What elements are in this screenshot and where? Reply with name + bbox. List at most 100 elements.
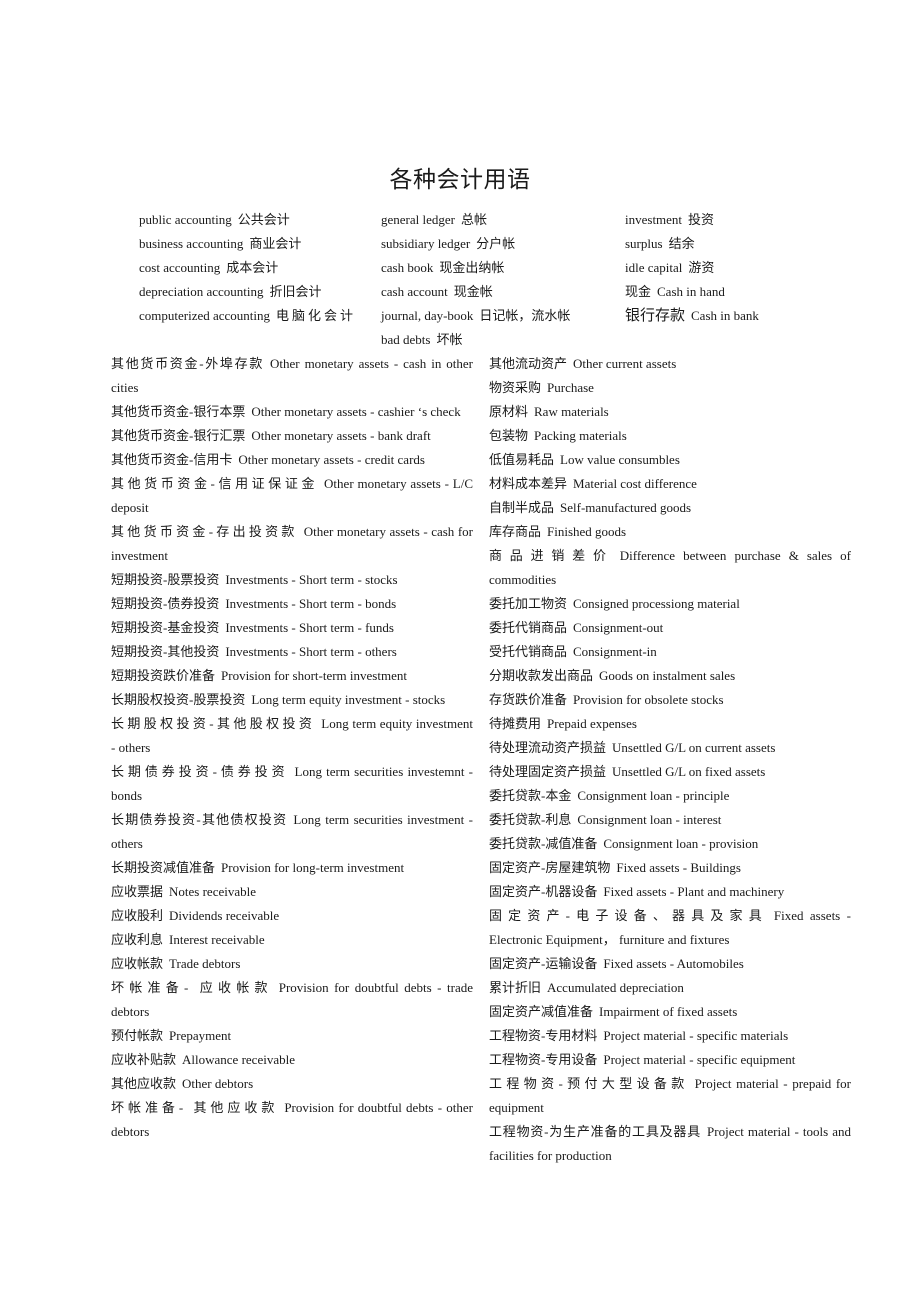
entry-zh: 长期股权投资-其他股权投资 [111, 716, 316, 731]
glossary-entry: 委托贷款-减值准备 Consignment loan - provision [489, 832, 851, 856]
glossary-entry: 自制半成品 Self-manufactured goods [489, 496, 851, 520]
entry-zh: 待摊费用 [489, 716, 542, 731]
entry-zh: 其他货币资金-存出投资款 [111, 524, 298, 539]
entry-en: Other monetary assets - cashier ‘s check [251, 404, 461, 419]
term-item: business accounting 商业会计 [139, 232, 361, 256]
entry-zh: 累计折旧 [489, 980, 542, 995]
glossary-entry: 固定资产-电子设备、器具及家具 Fixed assets - Electronic… [489, 904, 851, 952]
term-zh: 分户帐 [476, 236, 516, 251]
entry-en: Long term equity investment - stocks [251, 692, 446, 707]
glossary-entry: 其他货币资金-银行本票 Other monetary assets - cashi… [111, 400, 473, 424]
glossary-entry: 短期投资-其他投资 Investments - Short term - othe… [111, 640, 473, 664]
entry-en: Project material - specific materials [603, 1028, 789, 1043]
entry-zh: 应收票据 [111, 884, 164, 899]
term-zh: 结余 [668, 236, 695, 251]
entry-en: Dividends receivable [169, 908, 280, 923]
entry-en: Other monetary assets - bank draft [251, 428, 431, 443]
entry-zh: 工程物资-预付大型设备款 [489, 1076, 689, 1091]
glossary-entry: 固定资产-机器设备 Fixed assets - Plant and machin… [489, 880, 851, 904]
entry-en: Raw materials [534, 404, 609, 419]
right-column-entries: 其他流动资产 Other current assets 物资采购 Purchase 原材… [489, 352, 851, 1168]
term-item: general ledger 总帐 [381, 208, 621, 232]
entry-zh: 短期投资-其他投资 [111, 644, 220, 659]
glossary-entry: 其他货币资金-信用卡 Other monetary assets - credit… [111, 448, 473, 472]
entry-en: Consignment loan - provision [603, 836, 759, 851]
term-item: subsidiary ledger 分户帐 [381, 232, 621, 256]
entry-en: Goods on instalment sales [599, 668, 736, 683]
term-zh: 投资 [688, 212, 715, 227]
glossary-entry: 应收利息 Interest receivable [111, 928, 473, 952]
term-zh: 日记帐，流水帐 [479, 308, 571, 323]
glossary-entry: 受托代销商品 Consignment-in [489, 640, 851, 664]
glossary-entry: 固定资产-运输设备 Fixed assets - Automobiles [489, 952, 851, 976]
entry-en: Fixed assets - Automobiles [603, 956, 744, 971]
glossary-entry: 长期股权投资-其他股权投资 Long term equity investment… [111, 712, 473, 760]
entry-zh: 受托代销商品 [489, 644, 568, 659]
entry-zh: 自制半成品 [489, 500, 555, 515]
glossary-entry: 其他货币资金-存出投资款 Other monetary assets - cash… [111, 520, 473, 568]
entry-zh: 原材料 [489, 404, 529, 419]
entry-en: Other monetary assets - credit cards [238, 452, 425, 467]
term-zh: 公共会计 [237, 212, 290, 227]
term-zh: 现金 [625, 284, 652, 299]
glossary-entry: 物资采购 Purchase [489, 376, 851, 400]
term-zh: 现金帐 [453, 284, 493, 299]
entry-zh: 其他货币资金-外埠存款 [111, 356, 265, 371]
term-item: public accounting 公共会计 [139, 208, 361, 232]
glossary-entry: 材料成本差异 Material cost difference [489, 472, 851, 496]
entry-zh: 待处理流动资产损益 [489, 740, 607, 755]
glossary-entry: 待摊费用 Prepaid expenses [489, 712, 851, 736]
glossary-entry: 待处理流动资产损益 Unsettled G/L on current assets [489, 736, 851, 760]
term-en: cost accounting [139, 260, 221, 275]
entry-zh: 工程物资-专用设备 [489, 1052, 598, 1067]
term-zh: 现金出纳帐 [439, 260, 505, 275]
entry-zh: 短期投资-债券投资 [111, 596, 220, 611]
page-title: 各种会计用语 [389, 167, 531, 193]
glossary-entry: 工程物资-专用材料 Project material - specific mat… [489, 1024, 851, 1048]
term-en: business accounting [139, 236, 244, 251]
entry-zh: 短期投资-基金投资 [111, 620, 220, 635]
entry-en: Allowance receivable [182, 1052, 295, 1067]
entry-zh: 长期债券投资-债券投资 [111, 764, 289, 779]
term-en: depreciation accounting [139, 284, 264, 299]
entry-zh: 长期股权投资-股票投资 [111, 692, 246, 707]
glossary-entry: 存货跌价准备 Provision for obsolete stocks [489, 688, 851, 712]
entry-zh: 库存商品 [489, 524, 542, 539]
entry-en: Impairment of fixed assets [599, 1004, 738, 1019]
glossary-entry: 短期投资-债券投资 Investments - Short term - bond… [111, 592, 473, 616]
term-item: computerized accounting 电脑化会计 [139, 304, 361, 328]
entry-zh: 其他货币资金-信用卡 [111, 452, 233, 467]
term-item: cash book 现金出纳帐 [381, 256, 621, 280]
entry-en: Consignment-out [573, 620, 664, 635]
entry-en: Other debtors [182, 1076, 254, 1091]
entry-en: Investments - Short term - others [225, 644, 397, 659]
entry-zh: 固定资产-机器设备 [489, 884, 598, 899]
entry-zh: 短期投资-股票投资 [111, 572, 220, 587]
glossary-entry: 低值易耗品 Low value consumbles [489, 448, 851, 472]
entry-en: Material cost difference [573, 476, 697, 491]
entry-en: Purchase [547, 380, 594, 395]
term-zh: 游资 [688, 260, 715, 275]
entry-en: Consignment loan - principle [577, 788, 730, 803]
entry-en: Consignment loan - interest [577, 812, 722, 827]
glossary-entry: 委托代销商品 Consignment-out [489, 616, 851, 640]
glossary-entry: 长期债券投资-债券投资 Long term securities investem… [111, 760, 473, 808]
entry-zh: 应收补贴款 [111, 1052, 177, 1067]
entry-en: Low value consumbles [560, 452, 680, 467]
entry-en: Notes receivable [169, 884, 256, 899]
entry-zh: 包装物 [489, 428, 529, 443]
entry-en: Investments - Short term - stocks [225, 572, 398, 587]
entry-zh: 其他应收款 [111, 1076, 177, 1091]
entry-zh: 应收股利 [111, 908, 164, 923]
top-terms-column-1: public accounting 公共会计 business accountin… [139, 208, 361, 328]
term-zh: 折旧会计 [269, 284, 322, 299]
entry-zh: 存货跌价准备 [489, 692, 568, 707]
entry-zh: 委托代销商品 [489, 620, 568, 635]
term-item: journal, day-book 日记帐，流水帐 [381, 304, 621, 328]
term-item: surplus 结余 [625, 232, 865, 256]
left-column-entries: 其他货币资金-外埠存款 Other monetary assets - cash … [111, 352, 473, 1144]
glossary-entry: 委托贷款-利息 Consignment loan - interest [489, 808, 851, 832]
term-item: 现金 Cash in hand [625, 280, 865, 304]
entry-en: Other current assets [573, 356, 677, 371]
term-en: Cash in hand [657, 284, 725, 299]
